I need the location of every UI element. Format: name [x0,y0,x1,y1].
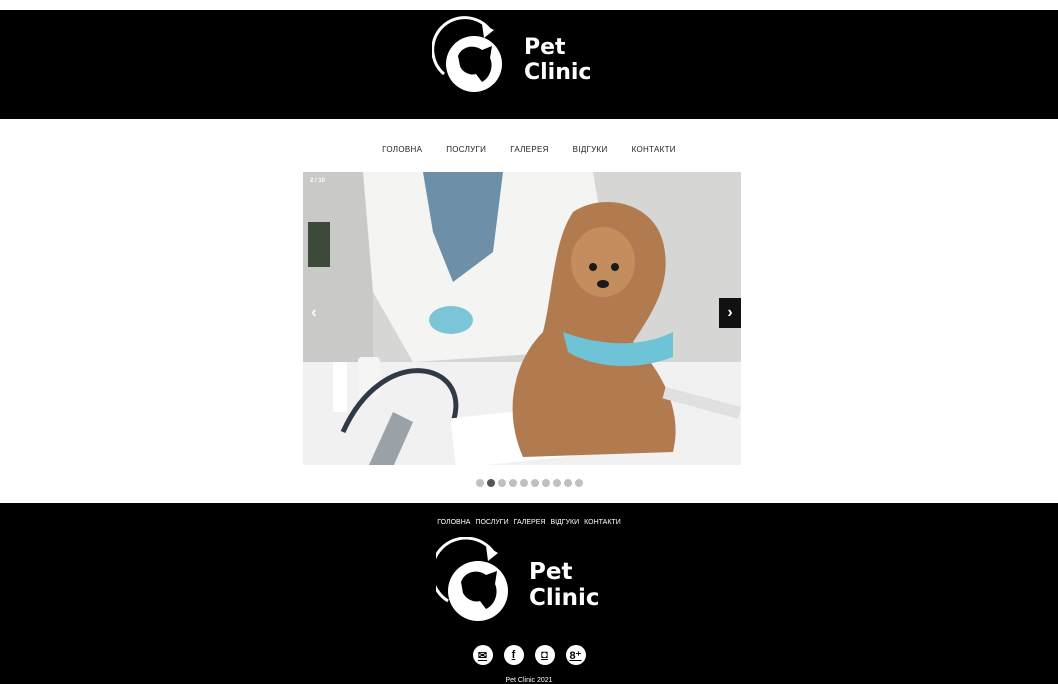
slider-dot-6[interactable] [530,479,539,487]
chevron-right-icon: › [727,304,733,321]
slide-photo-vet-with-dog [303,172,741,465]
brand-line-1: Pet [524,34,566,60]
slider-dot-4[interactable] [508,479,517,487]
nav-reviews[interactable]: ВІДГУКИ [573,145,608,154]
footer-nav-gallery[interactable]: ГАЛЕРЕЯ [514,519,546,526]
footer-brand-name: Pet Clinic [529,559,600,612]
nav-gallery[interactable]: ГАЛЕРЕЯ [510,145,548,154]
header-logo[interactable]: Pet Clinic [432,16,591,100]
slider-dot-8[interactable] [552,479,561,487]
footer-logo[interactable]: Pet Clinic [436,537,600,631]
site-header: Pet Clinic [0,10,1058,119]
image-slider[interactable]: 2 / 10 ‹ › [303,172,741,465]
google-plus-icon[interactable]: 8⁺ [565,645,586,665]
nav-home[interactable]: ГОЛОВНА [382,145,422,154]
slider-prev-button[interactable]: ‹ [303,298,325,328]
top-strip [0,0,1058,10]
site-footer: ГОЛОВНА ПОСЛУГИ ГАЛЕРЕЯ ВІДГУКИ КОНТАКТИ… [0,503,1058,684]
social-links: ✉ f ◘ 8⁺ [0,645,1058,665]
slider-dot-10[interactable] [574,479,583,487]
slider-next-button[interactable]: › [719,298,741,328]
footer-nav-home[interactable]: ГОЛОВНА [437,519,470,526]
footer-nav: ГОЛОВНА ПОСЛУГИ ГАЛЕРЕЯ ВІДГУКИ КОНТАКТИ [0,519,1058,526]
slider-dot-5[interactable] [519,479,528,487]
footer-nav-reviews[interactable]: ВІДГУКИ [550,519,579,526]
slide-counter: 2 / 10 [310,178,326,184]
slider-dot-9[interactable] [563,479,572,487]
nav-contacts[interactable]: КОНТАКТИ [632,145,676,154]
nav-services[interactable]: ПОСЛУГИ [446,145,486,154]
pet-clinic-logo-icon [432,16,502,92]
chevron-left-icon: ‹ [311,304,317,321]
slider-dot-3[interactable] [497,479,506,487]
footer-nav-contacts[interactable]: КОНТАКТИ [584,519,621,526]
email-icon[interactable]: ✉ [472,645,493,665]
brand-name: Pet Clinic [524,35,591,86]
pet-clinic-logo-icon [436,537,508,621]
copyright-text: Pet Clinic 2021 [505,677,553,684]
slider-dot-1[interactable] [475,479,484,487]
footer-brand-line-2: Clinic [529,585,600,611]
main-nav: ГОЛОВНА ПОСЛУГИ ГАЛЕРЕЯ ВІДГУКИ КОНТАКТИ [0,145,1058,154]
slider-dot-2[interactable] [486,479,495,487]
facebook-icon[interactable]: f [503,645,524,665]
slider-dot-7[interactable] [541,479,550,487]
slider-pagination [0,479,1058,487]
footer-nav-services[interactable]: ПОСЛУГИ [475,519,508,526]
brand-line-2: Clinic [524,60,592,85]
footer-brand-line-1: Pet [529,558,573,585]
instagram-icon[interactable]: ◘ [534,645,555,665]
